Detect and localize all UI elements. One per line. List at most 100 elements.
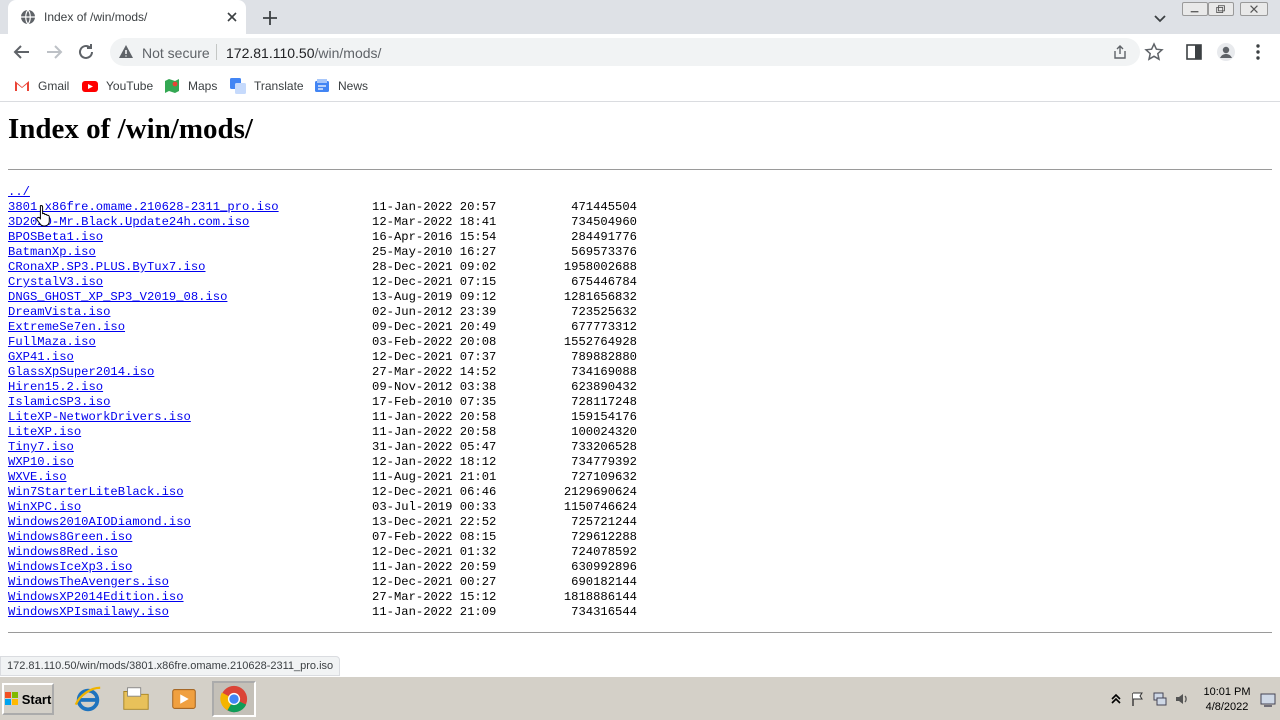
new-tab-icon[interactable] <box>260 8 280 28</box>
show-desktop-icon[interactable] <box>1260 693 1276 707</box>
file-link[interactable]: Windows8Green.iso <box>8 530 132 545</box>
file-link[interactable]: LiteXP-NetworkDrivers.iso <box>8 410 191 425</box>
file-link[interactable]: WindowsIceXp3.iso <box>8 560 132 575</box>
file-row: WindowsTheAvengers.iso 12-Dec-2021 00:27 6… <box>8 575 648 590</box>
file-link[interactable]: CrystalV3.iso <box>8 275 103 290</box>
warning-icon[interactable] <box>118 44 134 60</box>
file-link[interactable]: WindowsXP2014Edition.iso <box>8 590 184 605</box>
file-link[interactable]: ExtremeSe7en.iso <box>8 320 125 335</box>
file-size: 623890432 <box>571 380 637 394</box>
file-size: 1281656832 <box>563 290 637 304</box>
volume-icon[interactable] <box>1174 691 1190 707</box>
bookmark-news[interactable]: News <box>314 77 368 95</box>
file-size: 2129690624 <box>563 485 637 499</box>
file-row: BatmanXp.iso 25-May-2010 16:27 569573376 <box>8 245 648 260</box>
file-link[interactable]: WXP10.iso <box>8 455 74 470</box>
file-explorer-icon <box>123 687 149 710</box>
page-content: Index of /win/mods/ ../ 3801.x86fre.omam… <box>0 103 1280 653</box>
bookmark-youtube[interactable]: YouTube <box>82 77 153 95</box>
file-row: GlassXpSuper2014.iso 27-Mar-2022 14:52 734… <box>8 365 648 380</box>
taskbar-clock[interactable]: 10:01 PM 4/8/2022 <box>1196 685 1258 715</box>
url-text[interactable]: 172.81.110.50/win/mods/ <box>226 45 381 61</box>
side-panel-icon[interactable] <box>1184 42 1204 62</box>
bookmark-star-icon[interactable] <box>1144 42 1164 62</box>
file-size: 725721244 <box>571 515 637 529</box>
file-link[interactable]: Win7StarterLiteBlack.iso <box>8 485 184 500</box>
minimize-button[interactable] <box>1182 2 1208 16</box>
file-date: 27-Mar-2022 14:52 <box>372 365 497 379</box>
taskbar-chrome[interactable] <box>212 681 256 717</box>
file-link[interactable]: Windows8Red.iso <box>8 545 118 560</box>
file-row: Tiny7.iso 31-Jan-2022 05:47 733206528 <box>8 440 648 455</box>
file-link[interactable]: LiteXP.iso <box>8 425 81 440</box>
file-link[interactable]: CRonaXP.SP3.PLUS.ByTux7.iso <box>8 260 205 275</box>
show-hidden-icons-icon[interactable] <box>1108 691 1124 707</box>
file-date: 12-Dec-2021 07:37 <box>372 350 497 364</box>
file-link[interactable]: WXVE.iso <box>8 470 67 485</box>
file-row: CRonaXP.SP3.PLUS.ByTux7.iso 28-Dec-2021 0… <box>8 260 648 275</box>
bookmark-label: News <box>338 79 369 93</box>
file-link[interactable]: IslamicSP3.iso <box>8 395 110 410</box>
file-row: WindowsIceXp3.iso 11-Jan-2022 20:59 630992… <box>8 560 648 575</box>
file-date: 09-Dec-2021 20:49 <box>372 320 497 334</box>
file-size: 1958002688 <box>563 260 637 274</box>
file-size: 734316544 <box>571 605 637 619</box>
news-icon <box>315 79 329 92</box>
back-icon[interactable] <box>10 40 34 64</box>
taskbar-media-player[interactable] <box>162 681 206 717</box>
file-link[interactable]: GlassXpSuper2014.iso <box>8 365 154 380</box>
reload-icon[interactable] <box>74 40 98 64</box>
close-window-button[interactable] <box>1240 2 1268 16</box>
file-date: 16-Apr-2016 15:54 <box>372 230 497 244</box>
taskbar-internet-explorer[interactable] <box>66 681 110 717</box>
bookmark-label: Maps <box>188 79 218 93</box>
bookmark-label: Gmail <box>38 79 70 93</box>
file-size: 734779392 <box>571 455 637 469</box>
parent-directory-link[interactable]: ../ <box>8 185 30 200</box>
file-date: 12-Dec-2021 06:46 <box>372 485 497 499</box>
file-link[interactable]: WindowsXPIsmailawy.iso <box>8 605 169 620</box>
clock-date: 4/8/2022 <box>1205 701 1249 713</box>
file-date: 27-Mar-2022 15:12 <box>372 590 497 604</box>
globe-icon <box>21 9 35 25</box>
network-icon[interactable] <box>1152 691 1168 707</box>
file-link[interactable]: WindowsTheAvengers.iso <box>8 575 169 590</box>
share-icon[interactable] <box>1112 44 1128 60</box>
file-size: 723525632 <box>571 305 637 319</box>
file-link[interactable]: DreamVista.iso <box>8 305 110 320</box>
address-bar[interactable]: Not secure 172.81.110.50/win/mods/ <box>110 38 1140 66</box>
restore-icon <box>1216 5 1225 13</box>
chevron-down-icon[interactable] <box>1152 10 1168 26</box>
file-date: 12-Mar-2022 18:41 <box>372 215 497 229</box>
file-link[interactable]: BatmanXp.iso <box>8 245 96 260</box>
more-menu-icon[interactable] <box>1248 42 1268 62</box>
forward-icon[interactable] <box>42 40 66 64</box>
bookmark-maps[interactable]: Maps <box>164 77 217 95</box>
maps-icon <box>165 79 179 93</box>
close-tab-icon[interactable] <box>224 9 240 25</box>
restore-button[interactable] <box>1208 2 1234 16</box>
tab-active[interactable]: Index of /win/mods/ <box>8 0 246 34</box>
file-size: 728117248 <box>571 395 637 409</box>
file-link[interactable]: WinXPC.iso <box>8 500 81 515</box>
file-link[interactable]: FullMaza.iso <box>8 335 96 350</box>
bookmark-translate[interactable]: Translate <box>230 77 304 95</box>
file-date: 11-Jan-2022 21:09 <box>372 605 497 619</box>
browser-toolbar: Not secure 172.81.110.50/win/mods/ <box>0 34 1280 70</box>
file-link[interactable]: Hiren15.2.iso <box>8 380 103 395</box>
taskbar-file-explorer[interactable] <box>114 681 158 717</box>
bookmark-gmail[interactable]: Gmail <box>14 77 69 95</box>
file-link[interactable]: Tiny7.iso <box>8 440 74 455</box>
file-row: LiteXP.iso 11-Jan-2022 20:58 100024320 <box>8 425 648 440</box>
start-button[interactable]: Start <box>2 683 54 715</box>
file-row: DreamVista.iso 02-Jun-2012 23:39 723525632 <box>8 305 648 320</box>
profile-avatar-icon[interactable] <box>1216 42 1236 62</box>
file-link[interactable]: BPOSBeta1.iso <box>8 230 103 245</box>
file-link[interactable]: GXP41.iso <box>8 350 74 365</box>
action-center-flag-icon[interactable] <box>1130 691 1146 707</box>
file-link[interactable]: DNGS_GHOST_XP_SP3_V2019_08.iso <box>8 290 227 305</box>
file-date: 07-Feb-2022 08:15 <box>372 530 497 544</box>
file-link[interactable]: Windows2010AIODiamond.iso <box>8 515 191 530</box>
security-label[interactable]: Not secure <box>142 45 210 61</box>
internet-explorer-icon <box>74 686 101 712</box>
